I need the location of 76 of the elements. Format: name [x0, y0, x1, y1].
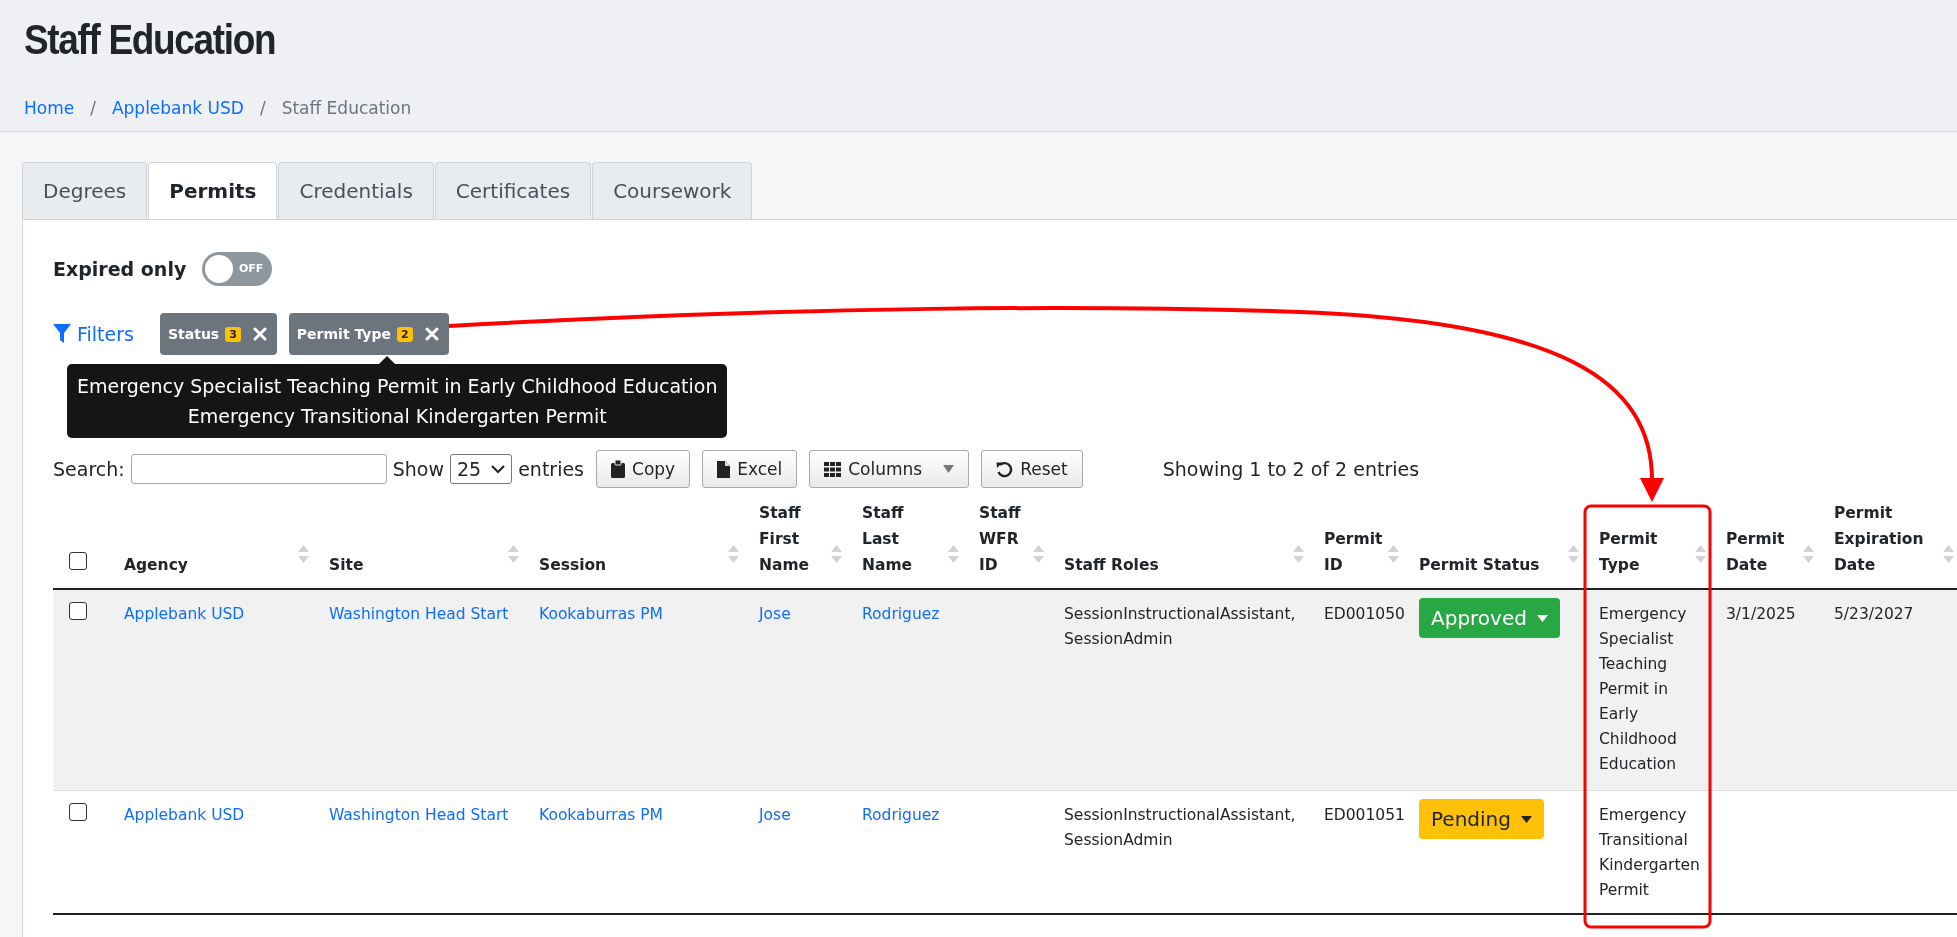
- caret-icon: [943, 465, 955, 473]
- count-badge: 2: [397, 326, 413, 342]
- table-link[interactable]: Kookaburras PM: [539, 806, 663, 824]
- tooltip-line: Emergency Specialist Teaching Permit in Early Childhood Education: [77, 374, 718, 399]
- table-cell: ED001050: [1324, 605, 1405, 623]
- clipboard-icon: [611, 460, 626, 478]
- sort-icon: [728, 544, 739, 564]
- entries-label: entries: [518, 458, 585, 480]
- table-link[interactable]: Kookaburras PM: [539, 605, 663, 623]
- toolbar-button[interactable]: Reset: [981, 450, 1083, 488]
- filters-link[interactable]: Filters: [53, 323, 134, 345]
- expired-only-label: Expired only: [53, 258, 187, 280]
- undo-icon: [996, 460, 1014, 478]
- table-link[interactable]: Washington Head Start: [329, 605, 509, 623]
- sort-icon: [831, 544, 842, 564]
- table-cell: 3/1/2025: [1726, 605, 1796, 623]
- tab[interactable]: Degrees: [22, 162, 148, 219]
- search-field[interactable]: [130, 454, 387, 484]
- search-label: Search:: [53, 458, 125, 480]
- toolbar-button[interactable]: Copy: [596, 450, 691, 488]
- table-cell: ED001051: [1324, 806, 1405, 824]
- table-link[interactable]: Rodriguez: [862, 605, 940, 623]
- file-icon: [717, 460, 731, 478]
- breadcrumb-link[interactable]: Applebank USD: [111, 98, 244, 118]
- table-link[interactable]: Washington Head Start: [329, 806, 509, 824]
- sort-icon: [1568, 544, 1579, 564]
- table-link[interactable]: Jose: [759, 605, 791, 623]
- sort-icon: [1033, 544, 1044, 564]
- filter-chip[interactable]: Permit Type 2: [288, 313, 449, 355]
- row-checkbox[interactable]: [69, 602, 87, 620]
- chip-label: Status: [167, 326, 220, 342]
- breadcrumb-separator: /: [90, 98, 96, 118]
- row-checkbox[interactable]: [69, 803, 87, 821]
- toolbar-button[interactable]: Excel: [702, 450, 798, 488]
- table-cell: SessionInstructionalAssistant, SessionAdmin: [1064, 806, 1296, 849]
- page-title: Staff Education: [24, 16, 277, 65]
- tab[interactable]: Permits: [148, 162, 278, 219]
- tab[interactable]: Coursework: [592, 162, 753, 219]
- sort-icon: [1293, 544, 1304, 564]
- toolbar-button[interactable]: Columns: [809, 450, 970, 488]
- sort-icon: [508, 544, 519, 564]
- filter-chip[interactable]: Status 3: [159, 313, 277, 355]
- chevron-down-icon: [491, 464, 506, 474]
- sort-icon: [1388, 544, 1399, 564]
- sort-icon: [298, 544, 309, 564]
- select-all-checkbox[interactable]: [69, 552, 87, 570]
- filter-icon: [53, 324, 71, 344]
- sort-icon: [1803, 544, 1814, 564]
- count-badge: 3: [225, 326, 241, 342]
- breadcrumb-separator: /: [259, 98, 266, 118]
- show-label: Show: [392, 458, 444, 480]
- sort-icon: [1695, 544, 1706, 564]
- sort-icon: [948, 544, 959, 564]
- table-cell: 5/23/2027: [1834, 605, 1914, 623]
- table-cell-text: Emergency Transitional Kindergarten Permit: [1599, 805, 1701, 901]
- sort-icon: [1943, 544, 1954, 564]
- caret-icon: [1536, 614, 1548, 622]
- tooltip-line: Emergency Transitional Kindergarten Permit: [186, 404, 608, 429]
- table-cell-text: Emergency Specialist Teaching Permit in Early Childhood Education: [1599, 604, 1688, 775]
- breadcrumb-current: Staff Education: [281, 98, 412, 118]
- table-link[interactable]: Jose: [759, 806, 791, 824]
- caret-icon: [1520, 815, 1532, 823]
- table-link[interactable]: Rodriguez: [862, 806, 940, 824]
- table-link[interactable]: Applebank USD: [124, 806, 245, 824]
- table-info: Showing 1 to 2 of 2 entries: [1162, 458, 1420, 480]
- close-icon[interactable]: [424, 327, 439, 341]
- page-size-select[interactable]: 25: [449, 454, 513, 484]
- close-icon[interactable]: [252, 327, 267, 341]
- breadcrumb-link[interactable]: Home: [24, 98, 75, 118]
- table-link[interactable]: Applebank USD: [124, 605, 245, 623]
- chip-label: Permit Type: [296, 326, 391, 342]
- grid-icon: [824, 461, 842, 477]
- tab[interactable]: Certificates: [434, 162, 592, 219]
- table-cell: SessionInstructionalAssistant, SessionAdmin: [1064, 605, 1296, 648]
- status-dropdown[interactable]: Pending: [1419, 799, 1544, 839]
- tab[interactable]: Credentials: [278, 162, 434, 219]
